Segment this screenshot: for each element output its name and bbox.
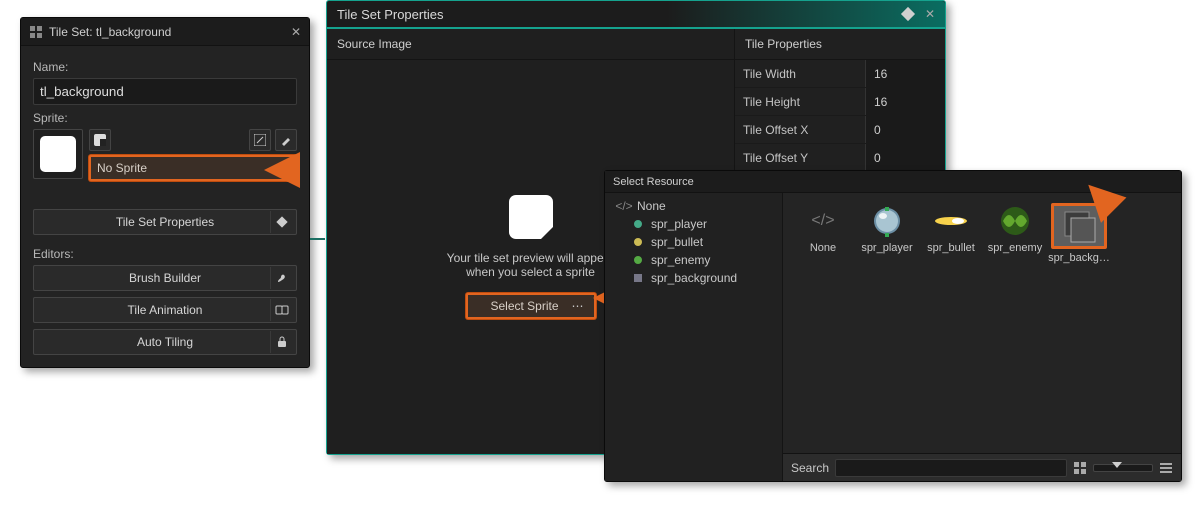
search-bar: Search: [783, 453, 1181, 481]
button-label: Auto Tiling: [137, 335, 193, 349]
sprite-preview-icon: [40, 136, 76, 172]
tree-item[interactable]: spr_background: [605, 269, 782, 287]
thumb-player-icon: [866, 203, 908, 239]
thumb-label: spr_backg…: [1048, 252, 1110, 264]
brush-builder-button[interactable]: Brush Builder: [33, 265, 297, 291]
connector-line: [310, 238, 325, 240]
thumb-none[interactable]: </> None: [793, 203, 853, 254]
tile-animation-button[interactable]: Tile Animation: [33, 297, 297, 323]
sprite-label: Sprite:: [33, 111, 297, 125]
tileset-panel: Tile Set: tl_background ✕ Name: Sprite:: [20, 17, 310, 368]
tree-item[interactable]: spr_bullet: [605, 233, 782, 251]
thumb-bullet-icon: [930, 203, 972, 239]
no-sprite-label: No Sprite: [97, 161, 276, 175]
thumb-item[interactable]: spr_enemy: [985, 203, 1045, 254]
select-sprite-button[interactable]: Select Sprite ⋯: [466, 293, 596, 319]
thumb-label: None: [810, 242, 836, 254]
diamond-icon: [901, 7, 915, 21]
editors-label: Editors:: [33, 247, 297, 261]
list-view-icon[interactable]: [1159, 461, 1173, 475]
tree-item-label: spr_enemy: [651, 253, 710, 267]
grid-view-icon[interactable]: [1073, 461, 1087, 475]
property-label: Tile Width: [735, 67, 865, 81]
property-value[interactable]: 0: [865, 144, 945, 171]
sprite-preview-slot[interactable]: [33, 129, 83, 179]
diamond-icon: [270, 211, 292, 233]
property-row: Tile Width 16: [735, 60, 945, 88]
lock-icon: [270, 331, 292, 353]
tree-item[interactable]: spr_player: [605, 215, 782, 233]
preview-hint-line1: Your tile set preview will appear: [447, 251, 615, 265]
panel-title: Tile Set: tl_background: [49, 25, 291, 39]
sprite-placeholder-icon: [509, 195, 553, 239]
button-label: Tile Animation: [128, 303, 203, 317]
property-row: Tile Height 16: [735, 88, 945, 116]
tree-item-label: spr_bullet: [651, 235, 703, 249]
properties-panel-header: Tile Set Properties ✕: [327, 1, 945, 29]
property-value[interactable]: 0: [865, 116, 945, 143]
name-label: Name:: [33, 60, 297, 74]
sprite-icon: [631, 235, 645, 249]
brush-icon: [270, 267, 292, 289]
thumb-label: spr_player: [861, 242, 912, 254]
zoom-slider[interactable]: [1093, 464, 1153, 472]
none-placeholder-icon: </>: [802, 203, 844, 239]
search-label: Search: [791, 461, 829, 475]
thumb-enemy-icon: [994, 203, 1036, 239]
close-icon[interactable]: ✕: [291, 25, 301, 39]
tree-item-none[interactable]: </> None: [605, 197, 782, 215]
edit-sprite-button[interactable]: [249, 129, 271, 151]
property-row: Tile Offset X 0: [735, 116, 945, 144]
tile-properties-label: Tile Properties: [735, 29, 945, 60]
button-label: Brush Builder: [129, 271, 201, 285]
thumb-label: spr_bullet: [927, 242, 975, 254]
thumb-label: spr_enemy: [988, 242, 1042, 254]
button-label: Select Sprite: [478, 299, 572, 313]
resource-tree: </> None spr_player spr_bullet spr_enemy…: [605, 193, 783, 481]
animation-icon: [270, 299, 292, 321]
new-sprite-button[interactable]: [89, 129, 111, 151]
name-input[interactable]: [33, 78, 297, 105]
button-label: Tile Set Properties: [116, 215, 214, 229]
property-value[interactable]: 16: [865, 60, 945, 87]
source-image-label: Source Image: [327, 29, 734, 60]
tileset-panel-header: Tile Set: tl_background ✕: [21, 18, 309, 46]
preview-hint-line2: when you select a sprite: [447, 265, 615, 279]
tileset-properties-button[interactable]: Tile Set Properties: [33, 209, 297, 235]
sprite-icon: [631, 217, 645, 231]
sprite-icon: [631, 253, 645, 267]
close-icon[interactable]: ✕: [925, 7, 935, 21]
thumb-item[interactable]: spr_player: [857, 203, 917, 254]
thumb-item[interactable]: spr_bullet: [921, 203, 981, 254]
grid-icon: [29, 25, 43, 39]
tree-item-label: spr_background: [651, 271, 737, 285]
tree-item[interactable]: spr_enemy: [605, 251, 782, 269]
property-label: Tile Height: [735, 95, 865, 109]
code-icon: </>: [617, 199, 631, 213]
sprite-icon: [631, 271, 645, 285]
tree-item-label: spr_player: [651, 217, 707, 231]
ellipsis-icon: ⋯: [572, 299, 584, 313]
auto-tiling-button[interactable]: Auto Tiling: [33, 329, 297, 355]
property-row: Tile Offset Y 0: [735, 144, 945, 172]
arrow-callout-icon: [264, 152, 300, 188]
tree-item-label: None: [637, 199, 666, 213]
property-label: Tile Offset Y: [735, 151, 865, 165]
property-value[interactable]: 16: [865, 88, 945, 115]
slider-thumb-icon: [1112, 462, 1122, 468]
panel-title: Tile Set Properties: [337, 7, 903, 22]
property-label: Tile Offset X: [735, 123, 865, 137]
paint-sprite-button[interactable]: [275, 129, 297, 151]
search-input[interactable]: [835, 459, 1067, 477]
